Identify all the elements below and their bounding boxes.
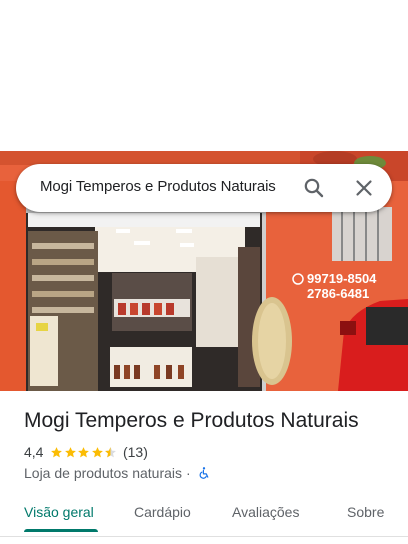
tab-about[interactable]: Sobre bbox=[347, 504, 384, 520]
search-icon[interactable] bbox=[302, 176, 326, 200]
place-title: Mogi Temperos e Produtos Naturais bbox=[24, 409, 359, 432]
search-bar[interactable]: Mogi Temperos e Produtos Naturais bbox=[16, 164, 392, 212]
star-half-icon bbox=[105, 446, 117, 457]
tab-overview[interactable]: Visão geral bbox=[24, 504, 94, 520]
search-input[interactable]: Mogi Temperos e Produtos Naturais bbox=[40, 178, 276, 195]
star-icon bbox=[65, 446, 76, 457]
close-icon[interactable] bbox=[352, 176, 376, 200]
place-category: Loja de produtos naturais bbox=[24, 465, 182, 481]
category-separator: · bbox=[186, 465, 191, 481]
active-tab-indicator bbox=[24, 529, 98, 532]
star-icon bbox=[78, 446, 90, 457]
category-row: Loja de produtos naturais · bbox=[24, 464, 211, 482]
rating-value: 4,4 bbox=[24, 444, 44, 460]
tab-menu[interactable]: Cardápio bbox=[134, 504, 191, 520]
star-icon bbox=[51, 446, 63, 457]
place-tabs: Visão geral Cardápio Avaliações Sobre bbox=[0, 498, 408, 534]
star-rating bbox=[50, 446, 118, 459]
tab-reviews[interactable]: Avaliações bbox=[232, 504, 299, 520]
wheelchair-icon bbox=[199, 467, 209, 479]
review-count[interactable]: (13) bbox=[123, 444, 148, 460]
tabs-divider bbox=[0, 536, 408, 537]
star-icon bbox=[92, 446, 103, 457]
rating-row[interactable]: 4,4 (13) bbox=[24, 443, 148, 461]
photo-phone-2: 2786-6481 bbox=[307, 286, 369, 301]
photo-phone-1: 99719-8504 bbox=[307, 271, 377, 286]
